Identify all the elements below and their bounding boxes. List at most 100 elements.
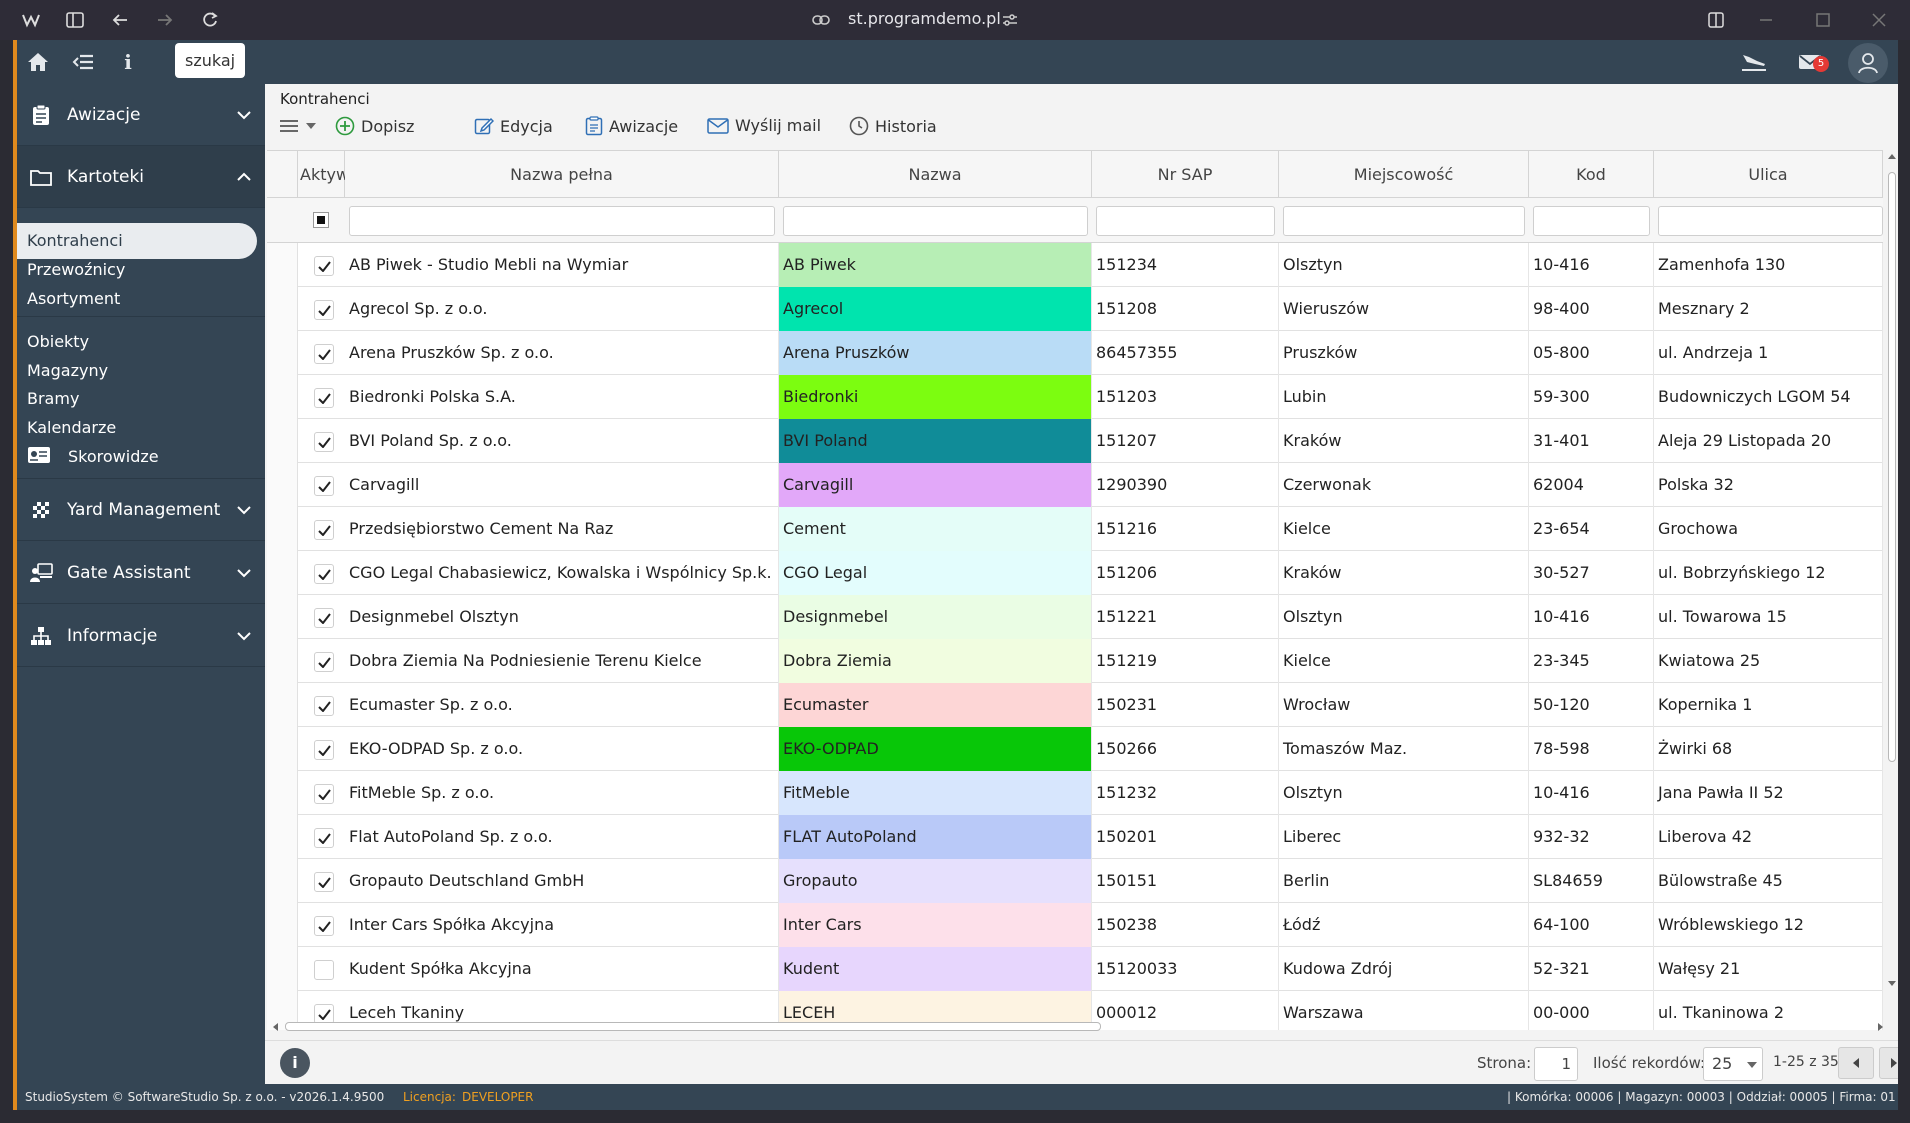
user-avatar[interactable] bbox=[1848, 43, 1888, 83]
info-icon[interactable]: i bbox=[280, 1048, 310, 1078]
table-row[interactable]: Flat AutoPoland Sp. z o.o. FLAT AutoPolan… bbox=[267, 815, 1883, 859]
reload-icon[interactable] bbox=[197, 8, 223, 32]
page-number-input[interactable]: 1 bbox=[1534, 1047, 1578, 1081]
search-button[interactable]: szukaj bbox=[175, 43, 246, 78]
menu-collapse-icon[interactable] bbox=[68, 48, 98, 76]
table-row[interactable]: Przedsiębiorstwo Cement Na Raz Cement 1512… bbox=[267, 507, 1883, 551]
table-row[interactable]: AB Piwek - Studio Mebli na Wymiar AB Piwe… bbox=[267, 243, 1883, 287]
active-checkbox[interactable] bbox=[314, 300, 334, 320]
horizontal-scrollbar-thumb[interactable] bbox=[285, 1022, 1101, 1031]
sidebar-section-kartoteki[interactable]: Kartoteki bbox=[17, 146, 265, 208]
sidebar-item-obiekty[interactable]: Obiekty bbox=[27, 332, 89, 351]
table-row[interactable]: Designmebel Olsztyn Designmebel 151221 Olsz… bbox=[267, 595, 1883, 639]
home-icon[interactable] bbox=[23, 48, 53, 76]
send-mail-button[interactable]: Wyślij mail bbox=[707, 116, 821, 135]
vertical-scrollbar[interactable] bbox=[1887, 150, 1897, 990]
filter-street-input[interactable] bbox=[1658, 206, 1883, 236]
scroll-down-icon[interactable] bbox=[1887, 980, 1897, 988]
filter-name-input[interactable] bbox=[783, 206, 1088, 236]
table-row[interactable]: EKO-ODPAD Sp. z o.o. EKO-ODPAD 150266 Tomas… bbox=[267, 727, 1883, 771]
table-row[interactable]: Inter Cars Spółka Akcyjna Inter Cars 15023… bbox=[267, 903, 1883, 947]
column-header-active[interactable]: Aktywne bbox=[298, 151, 369, 198]
table-row[interactable]: Agrecol Sp. z o.o. Agrecol 151208 Wieruszów… bbox=[267, 287, 1883, 331]
filter-full-name-input[interactable] bbox=[349, 206, 775, 236]
sidebar-section-awizacje[interactable]: Awizacje bbox=[17, 84, 265, 146]
active-checkbox[interactable] bbox=[314, 872, 334, 892]
sidebar-item-magazyny[interactable]: Magazyny bbox=[27, 361, 108, 380]
scroll-up-icon[interactable] bbox=[1887, 152, 1897, 160]
vertical-scrollbar-thumb[interactable] bbox=[1888, 172, 1896, 762]
minimize-icon[interactable] bbox=[1753, 8, 1779, 32]
active-checkbox[interactable] bbox=[314, 564, 334, 584]
column-header-sap[interactable]: Nr SAP bbox=[1092, 151, 1279, 198]
site-settings-icon[interactable] bbox=[997, 8, 1023, 32]
filter-city-input[interactable] bbox=[1283, 206, 1525, 236]
active-checkbox[interactable] bbox=[314, 608, 334, 628]
scroll-left-icon[interactable] bbox=[271, 1022, 279, 1032]
active-checkbox[interactable] bbox=[314, 696, 334, 716]
cell-sap: 150151 bbox=[1092, 859, 1279, 903]
sidebar-section-informacje[interactable]: Informacje bbox=[17, 605, 265, 667]
sidebar-item-asortyment[interactable]: Asortyment bbox=[27, 289, 120, 308]
notices-button[interactable]: Awizacje bbox=[585, 116, 678, 136]
sidebar-item-kontrahenci[interactable]: Kontrahenci bbox=[27, 231, 123, 250]
info-icon[interactable]: i bbox=[113, 48, 143, 76]
sidebar-item-skorowidze[interactable]: Skorowidze bbox=[68, 447, 159, 466]
back-icon[interactable] bbox=[107, 8, 133, 32]
active-checkbox[interactable] bbox=[314, 388, 334, 408]
active-checkbox[interactable] bbox=[314, 784, 334, 804]
sidebar-section-yard-management[interactable]: Yard Management bbox=[17, 479, 265, 541]
table-row[interactable]: Dobra Ziemia Na Podniesienie Terenu Kiel… bbox=[267, 639, 1883, 683]
close-window-icon[interactable] bbox=[1866, 8, 1892, 32]
table-row[interactable]: Biedronki Polska S.A. Biedronki 151203 Lubi… bbox=[267, 375, 1883, 419]
table-row[interactable]: Kudent Spółka Akcyjna Kudent 15120033 Kudow… bbox=[267, 947, 1883, 991]
active-checkbox[interactable] bbox=[314, 432, 334, 452]
active-checkbox[interactable] bbox=[314, 828, 334, 848]
forward-icon[interactable] bbox=[152, 8, 178, 32]
address-bar-url[interactable]: st.programdemo.pl bbox=[848, 9, 1001, 28]
active-checkbox[interactable] bbox=[314, 256, 334, 276]
history-button[interactable]: Historia bbox=[849, 116, 937, 136]
sidebar-item-bramy[interactable]: Bramy bbox=[27, 389, 79, 408]
split-view-icon[interactable] bbox=[1703, 8, 1729, 32]
active-checkbox[interactable] bbox=[314, 740, 334, 760]
sidebar-toggle-icon[interactable] bbox=[62, 8, 88, 32]
active-checkbox[interactable] bbox=[314, 960, 334, 980]
active-checkbox[interactable] bbox=[314, 520, 334, 540]
column-header-city[interactable]: Miejscowość bbox=[1279, 151, 1529, 198]
column-header-code[interactable]: Kod bbox=[1529, 151, 1654, 198]
maximize-icon[interactable] bbox=[1810, 8, 1836, 32]
table-row[interactable]: Ecumaster Sp. z o.o. Ecumaster 150231 Wrocł… bbox=[267, 683, 1883, 727]
active-checkbox[interactable] bbox=[314, 652, 334, 672]
browser-logo-icon[interactable] bbox=[18, 8, 44, 32]
sidebar-item-kalendarze[interactable]: Kalendarze bbox=[27, 418, 116, 437]
previous-page-button[interactable] bbox=[1838, 1047, 1874, 1079]
filter-sap-input[interactable] bbox=[1096, 206, 1275, 236]
active-checkbox[interactable] bbox=[314, 916, 334, 936]
filter-active-checkbox[interactable] bbox=[313, 212, 329, 228]
sidebar-section-gate-assistant[interactable]: Gate Assistant bbox=[17, 542, 265, 604]
edit-button[interactable]: Edycja bbox=[474, 116, 553, 136]
active-checkbox[interactable] bbox=[314, 344, 334, 364]
plane-landing-icon[interactable] bbox=[1739, 48, 1769, 76]
column-header-name[interactable]: Nazwa bbox=[779, 151, 1092, 198]
filter-code-input[interactable] bbox=[1533, 206, 1650, 236]
next-page-button[interactable] bbox=[1879, 1047, 1898, 1079]
grid-menu-button[interactable] bbox=[279, 118, 323, 134]
horizontal-scrollbar[interactable] bbox=[269, 1021, 1889, 1033]
table-row[interactable]: FitMeble Sp. z o.o. FitMeble 151232 Olsztyn… bbox=[267, 771, 1883, 815]
sidebar-item-przewoznicy[interactable]: Przewoźnicy bbox=[27, 260, 125, 279]
column-header-full-name[interactable]: Nazwa pełna bbox=[345, 151, 779, 198]
table-row[interactable]: Arena Pruszków Sp. z o.o. Arena Pruszków 8… bbox=[267, 331, 1883, 375]
cell-code: 31-401 bbox=[1529, 419, 1654, 463]
add-button[interactable]: Dopisz bbox=[335, 116, 414, 136]
scroll-right-icon[interactable] bbox=[1877, 1022, 1885, 1032]
column-header-street[interactable]: Ulica bbox=[1654, 151, 1883, 198]
records-per-page-select[interactable]: 25 bbox=[1703, 1047, 1763, 1081]
table-row[interactable]: Gropauto Deutschland GmbH Gropauto 150151 B… bbox=[267, 859, 1883, 903]
cell-sap: 151216 bbox=[1092, 507, 1279, 551]
active-checkbox[interactable] bbox=[314, 476, 334, 496]
table-row[interactable]: Carvagill Carvagill 1290390 Czerwonak 62004 P… bbox=[267, 463, 1883, 507]
table-row[interactable]: CGO Legal Chabasiewicz, Kowalska i Wspól… bbox=[267, 551, 1883, 595]
table-row[interactable]: BVI Poland Sp. z o.o. BVI Poland 151207 Kra… bbox=[267, 419, 1883, 463]
